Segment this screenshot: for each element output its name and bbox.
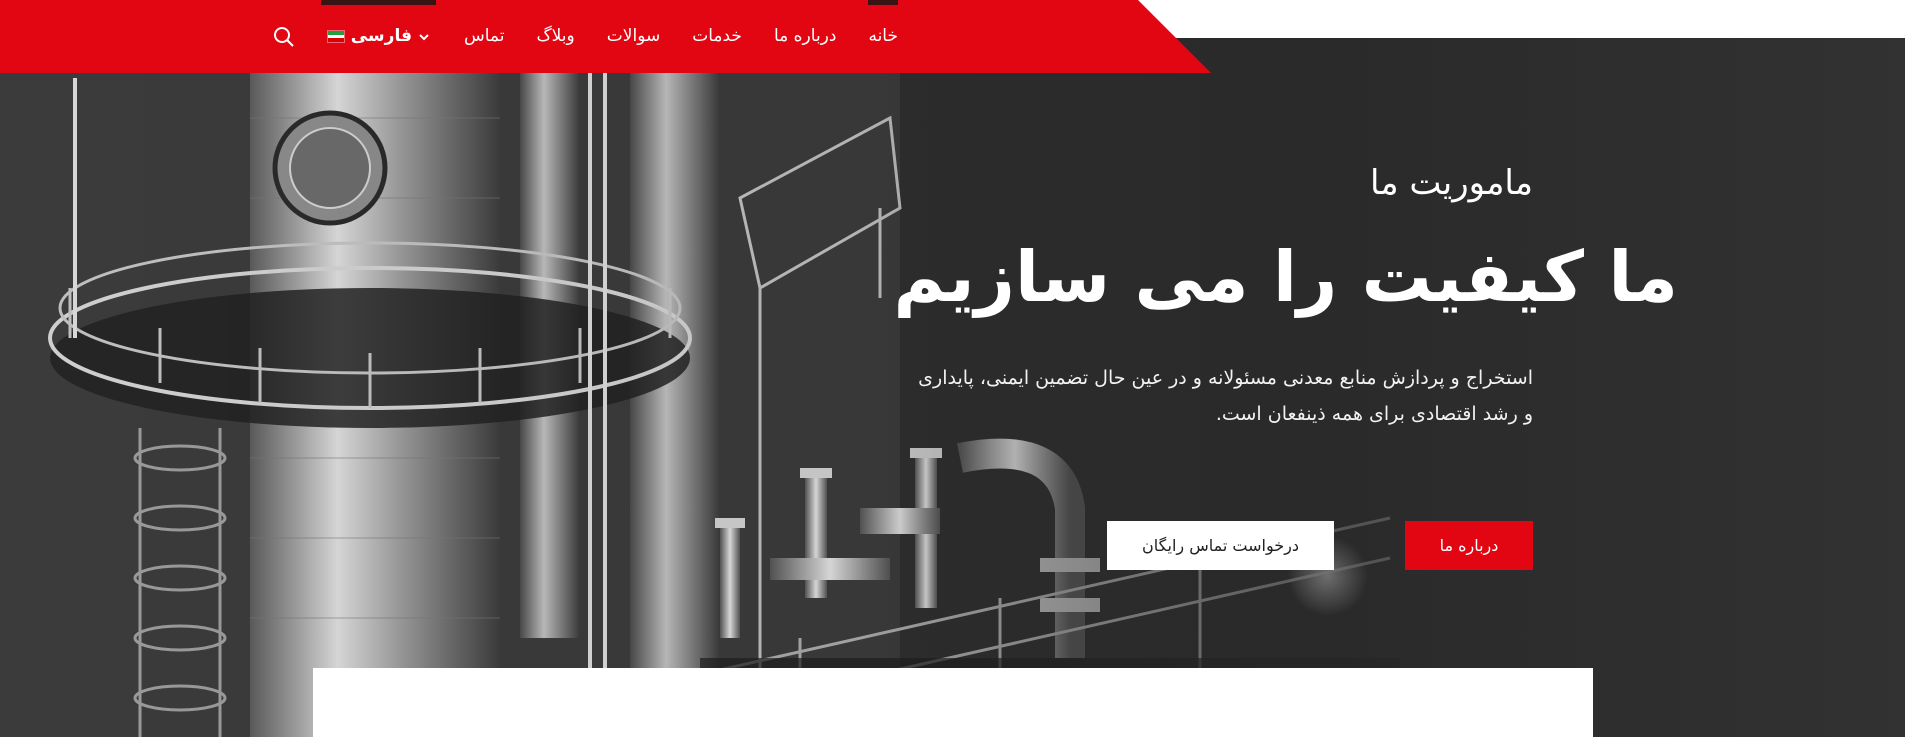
nav-item-faq[interactable]: سوالات [591, 0, 676, 73]
scrollbar-gutter [1905, 0, 1911, 737]
nav-item-services[interactable]: خدمات [676, 0, 758, 73]
nav-menu: خانه درباره ما خدمات سوالات وبلاگ تماس ف… [259, 0, 914, 73]
main-navigation: خانه درباره ما خدمات سوالات وبلاگ تماس ف… [0, 0, 1211, 73]
content-card [313, 668, 1593, 737]
hero-description: استخراج و پردازش منابع معدنی مسئولانه و … [893, 360, 1533, 432]
search-icon [273, 26, 294, 47]
about-us-button[interactable]: درباره ما [1405, 521, 1533, 570]
nav-item-label: تماس [463, 26, 505, 46]
top-white-band [1120, 0, 1911, 38]
nav-item-about[interactable]: درباره ما [758, 0, 853, 73]
search-button[interactable] [259, 0, 309, 73]
chevron-down-icon [419, 33, 429, 40]
nav-item-label: خانه [868, 26, 898, 46]
nav-item-blog[interactable]: وبلاگ [520, 0, 590, 73]
hero-description-line: و رشد اقتصادی برای همه ذینفعان است. [1215, 403, 1533, 425]
nav-item-label: وبلاگ [536, 26, 575, 46]
hero-eyebrow: ماموریت ما [1370, 163, 1533, 203]
hero-description-line: استخراج و پردازش منابع معدنی مسئولانه و … [918, 367, 1533, 389]
language-switcher[interactable]: فارسی [309, 0, 448, 73]
language-label: فارسی [350, 26, 412, 46]
nav-item-label: سوالات [606, 26, 661, 46]
nav-item-home[interactable]: خانه [852, 0, 914, 73]
nav-item-label: خدمات [692, 26, 742, 46]
nav-item-contact[interactable]: تماس [448, 0, 521, 73]
free-call-request-button[interactable]: درخواست تماس رایگان [1107, 521, 1334, 570]
iran-flag-icon [326, 30, 345, 43]
hero-headline: ما کیفیت را می سازیم [893, 236, 1678, 318]
page: خانه درباره ما خدمات سوالات وبلاگ تماس ف… [0, 0, 1911, 737]
nav-item-label: درباره ما [773, 26, 837, 46]
